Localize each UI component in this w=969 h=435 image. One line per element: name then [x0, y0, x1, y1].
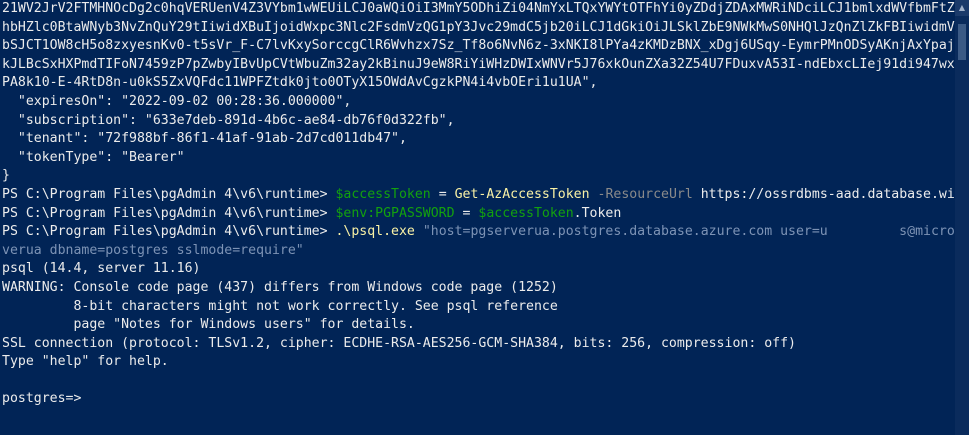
terminal-line: psql (14.4, server 11.16) [2, 260, 969, 279]
terminal-text: PA8k10-E-4RtD8n-u0kS5ZxVQFdc11WPFZtdk0jt… [2, 75, 598, 91]
terminal-line: } [2, 167, 969, 186]
terminal-line: SSL connection (protocol: TLSv1.2, ciphe… [2, 335, 969, 354]
terminal-text: PS C:\Program Files\pgAdmin 4\v6\runtime… [2, 224, 336, 240]
terminal-window[interactable]: 21WV2JrV2FTMHNOcDg2c0hqVERUenV4Z3VYbm1wW… [0, 0, 969, 435]
terminal-line: postgres=> [2, 390, 969, 409]
terminal-text: verua dbname=postgres sslmode=require" [2, 242, 304, 258]
terminal-text: } [2, 168, 10, 184]
terminal-text: 8-bit characters might not work correctl… [2, 298, 558, 314]
terminal-line: "tokenType": "Bearer" [2, 149, 969, 168]
terminal-line: "subscription": "633e7deb-891d-4b6c-ae84… [2, 112, 969, 131]
terminal-line: "tenant": "72f988bf-86f1-41af-91ab-2d7cd… [2, 130, 969, 149]
terminal-text: .Token [573, 205, 622, 221]
terminal-line: 21WV2JrV2FTMHNOcDg2c0hqVERUenV4Z3VYbm1wW… [2, 0, 969, 19]
terminal-line: WARNING: Console code page (437) differs… [2, 279, 969, 298]
terminal-text: page "Notes for Windows users" for detai… [2, 317, 415, 333]
terminal-line: PS C:\Program Files\pgAdmin 4\v6\runtime… [2, 205, 969, 224]
terminal-text: $env:PGPASSWORD [335, 205, 455, 221]
terminal-line: page "Notes for Windows users" for detai… [2, 316, 969, 335]
terminal-text: $accessToken [335, 186, 431, 202]
terminal-line-wrap: hbHZlc0BtaWNyb3NvZnQuY29tIiwidXBuIjoidWx… [2, 19, 969, 38]
terminal-text: -ResourceUrl [589, 186, 693, 202]
scroll-up-icon[interactable]: ▲ [955, 0, 969, 16]
terminal-text: "subscription": "633e7deb-891d-4b6c-ae84… [2, 112, 455, 128]
terminal-line: PS C:\Program Files\pgAdmin 4\v6\runtime… [2, 223, 969, 242]
terminal-text: WARNING: Console code page (437) differs… [2, 279, 558, 295]
terminal-text: .\psql.exe [335, 224, 415, 240]
terminal-text: SSL connection (protocol: TLSv1.2, ciphe… [2, 335, 796, 351]
scroll-thumb[interactable] [958, 24, 966, 60]
terminal-text: "expiresOn": "2022-09-02 00:28:36.000000… [2, 93, 352, 109]
terminal-line-wrap: PA8k10-E-4RtD8n-u0kS5ZxVQFdc11WPFZtdk0jt… [2, 74, 969, 93]
terminal-text: PS C:\Program Files\pgAdmin 4\v6\runtime… [2, 205, 336, 221]
terminal-text: postgres=> [2, 391, 82, 407]
terminal-text: $accessToken [478, 205, 574, 221]
terminal-text: Type "help" for help. [2, 354, 169, 370]
terminal-text: psql (14.4, server 11.16) [2, 261, 201, 277]
terminal-text: = [430, 186, 455, 202]
terminal-text: Get-AzAccessToken [454, 186, 590, 202]
terminal-line-wrap: kJLBcSxHXPmdTIFoN7459zP7pZwbyIBvUpCVtWbu… [2, 56, 969, 75]
terminal-text: https://ossrdbms-aad.database.windows.ne… [700, 186, 969, 202]
terminal-text: 21WV2JrV2FTMHNOcDg2c0hqVERUenV4Z3VYbm1wW… [2, 1, 969, 16]
terminal-text: hbHZlc0BtaWNyb3NvZnQuY29tIiwidXBuIjoidWx… [2, 19, 969, 35]
terminal-text: kJLBcSxHXPmdTIFoN7459zP7pZwbyIBvUpCVtWbu… [2, 56, 969, 72]
terminal-text: bSJCT1OW8cH5o8zxyesnKv0-t5sVr_F-C7lvKxyS… [2, 38, 969, 54]
vertical-scrollbar[interactable]: ▲ [955, 0, 969, 435]
terminal-line-wrap: bSJCT1OW8cH5o8zxyesnKv0-t5sVr_F-C7lvKxyS… [2, 37, 969, 56]
terminal-text: "tenant": "72f988bf-86f1-41af-91ab-2d7cd… [2, 131, 407, 147]
terminal-text: "host=pgserverua.postgres.database.azure… [422, 224, 969, 240]
terminal-line-wrap: verua dbname=postgres sslmode=require" [2, 242, 969, 261]
terminal-line: 8-bit characters might not work correctl… [2, 298, 969, 317]
terminal-text: = [454, 205, 479, 221]
terminal-output[interactable]: 21WV2JrV2FTMHNOcDg2c0hqVERUenV4Z3VYbm1wW… [2, 0, 969, 409]
terminal-line: PS C:\Program Files\pgAdmin 4\v6\runtime… [2, 186, 969, 205]
terminal-text: "tokenType": "Bearer" [2, 149, 185, 165]
terminal-text: PS C:\Program Files\pgAdmin 4\v6\runtime… [2, 186, 336, 202]
terminal-line: Type "help" for help. [2, 353, 969, 372]
terminal-line: "expiresOn": "2022-09-02 00:28:36.000000… [2, 93, 969, 112]
